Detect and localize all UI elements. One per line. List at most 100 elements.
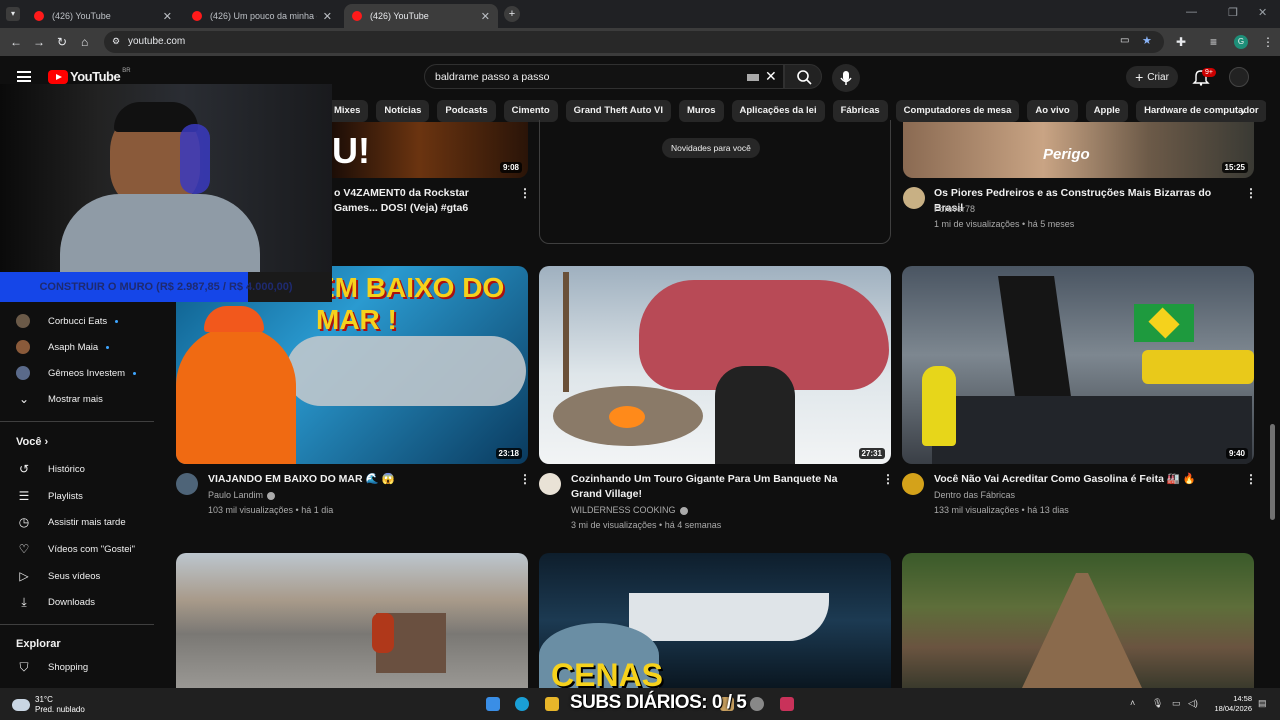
obs-icon[interactable] — [750, 697, 764, 711]
channel-name[interactable]: WILDERNESS COOKING — [571, 505, 676, 515]
sidebar-item-shopping[interactable]: ⛉ Shopping — [16, 657, 88, 677]
tab-youtube-active[interactable]: (426) YouTube ✕ — [344, 4, 498, 28]
sidebar-item-playlists[interactable]: ☰ Playlists — [16, 486, 83, 506]
chevron-right-icon[interactable]: › — [1240, 103, 1245, 119]
reload-icon[interactable]: ↻ — [57, 35, 67, 49]
cast-icon[interactable]: ▭ — [1120, 35, 1129, 46]
tab-youtube-1[interactable]: (426) YouTube ✕ — [26, 4, 180, 28]
chip-mixes[interactable]: Mixes — [326, 100, 369, 122]
video-title[interactable]: Os Piores Pedreiros e as Construções Mai… — [934, 186, 1234, 216]
chip-computadores[interactable]: Computadores de mesa — [895, 100, 1020, 122]
bookmark-star-icon[interactable]: ★ — [1142, 34, 1152, 47]
search-button[interactable] — [784, 64, 822, 89]
sidebar-item-historico[interactable]: ↺ Histórico — [16, 459, 85, 479]
extensions-icon[interactable]: ✚ — [1176, 35, 1186, 49]
network-icon[interactable]: ▭ — [1172, 698, 1181, 709]
profile-icon[interactable]: G — [1234, 35, 1248, 49]
subscription-item[interactable]: Asaph Maia — [16, 337, 110, 357]
chip-ao-vivo[interactable]: Ao vivo — [1027, 100, 1078, 122]
hamburger-menu-icon[interactable] — [17, 71, 31, 82]
chip-cimento[interactable]: Cimento — [503, 100, 558, 122]
channel-avatar[interactable] — [903, 187, 925, 209]
video-thumbnail[interactable]: U! 9:08 — [330, 122, 528, 178]
more-options-icon[interactable]: ⋮ — [1245, 186, 1257, 200]
video-thumbnail[interactable]: 9:40 — [902, 266, 1254, 464]
minimize-icon[interactable]: — — [1186, 6, 1197, 18]
site-info-icon[interactable]: ⚙ — [112, 36, 120, 47]
channel-avatar[interactable] — [539, 473, 561, 495]
chip-aplicacoes-da-lei[interactable]: Aplicações da lei — [731, 100, 825, 122]
account-avatar[interactable] — [1229, 67, 1249, 87]
clear-search-icon[interactable]: ✕ — [765, 68, 777, 85]
video-title[interactable]: Você Não Vai Acreditar Como Gasolina é F… — [934, 472, 1234, 487]
channel-avatar[interactable] — [176, 473, 198, 495]
maximize-icon[interactable]: ❐ — [1228, 6, 1238, 19]
video-title[interactable]: o V4ZAMENT0 da Rockstar Games... DOS! (V… — [334, 186, 514, 216]
search-input[interactable]: baldrame passo a passo — [435, 71, 549, 83]
notifications-icon[interactable]: ▤ — [1258, 698, 1267, 709]
subscription-item[interactable]: Corbucci Eats — [16, 311, 119, 331]
sidebar-item-liked[interactable]: ♡ Vídeos com "Gostei" — [16, 539, 135, 559]
back-icon[interactable]: ← — [10, 35, 22, 49]
weather-widget[interactable]: 31°C Pred. nublado — [12, 695, 85, 715]
channel-name[interactable]: Forever78 — [934, 204, 975, 214]
keyboard-icon[interactable] — [747, 74, 759, 81]
search-box[interactable]: baldrame passo a passo ✕ — [424, 64, 784, 89]
omnibox[interactable]: ⚙ youtube.com ▭ ★ — [104, 31, 1164, 53]
voice-search-button[interactable] — [832, 64, 860, 92]
video-title[interactable]: VIAJANDO EM BAIXO DO MAR 🌊 😱 — [208, 472, 508, 487]
more-options-icon[interactable]: ⋮ — [1245, 472, 1257, 486]
you-section-title[interactable]: Você › — [16, 436, 48, 448]
more-options-icon[interactable]: ⋮ — [519, 472, 531, 486]
file-explorer-icon[interactable] — [545, 697, 559, 711]
media-icon[interactable]: ≡ — [1210, 35, 1217, 49]
chip-apple[interactable]: Apple — [1085, 100, 1129, 122]
chip-gta6[interactable]: Grand Theft Auto VI — [565, 100, 671, 122]
sidebar-item-watch-later[interactable]: ◷ Assistir mais tarde — [16, 512, 126, 532]
show-more-button[interactable]: ⌄ Mostrar mais — [16, 389, 103, 409]
chip-hardware[interactable]: Hardware de computador — [1136, 100, 1266, 122]
close-icon[interactable]: ✕ — [163, 10, 172, 23]
channel-row[interactable]: Paulo Landim — [208, 490, 276, 500]
chip-noticias[interactable]: Notícias — [376, 100, 430, 122]
subscription-item[interactable]: Gêmeos Investem — [16, 363, 137, 383]
sidebar-item-downloads[interactable]: ⤓ Downloads — [16, 592, 95, 612]
sidebar-item-your-videos[interactable]: ▷ Seus vídeos — [16, 566, 100, 586]
chip-fabricas[interactable]: Fábricas — [832, 100, 888, 122]
channel-name[interactable]: Paulo Landim — [208, 490, 263, 500]
video-thumbnail[interactable]: Perigo 15:25 — [903, 122, 1254, 178]
more-options-icon[interactable]: ⋮ — [882, 472, 894, 486]
edge-icon[interactable] — [515, 697, 529, 711]
start-icon[interactable] — [486, 697, 500, 711]
tab-empresa[interactable]: (426) Um pouco da minha empresa ✕ — [184, 4, 340, 28]
taskbar-clock[interactable]: 14:58 18/04/2026 — [1208, 694, 1252, 714]
video-thumbnail[interactable]: CENAS — [539, 553, 891, 688]
url-text[interactable]: youtube.com — [128, 36, 185, 47]
channel-avatar[interactable] — [902, 473, 924, 495]
new-for-you-button[interactable]: Novidades para você — [662, 138, 760, 158]
channel-name[interactable]: Dentro das Fábricas — [934, 490, 1015, 500]
chip-muros[interactable]: Muros — [679, 100, 724, 122]
page-scrollbar[interactable] — [1270, 424, 1275, 520]
microphone-tray-icon[interactable]: 🎙 — [1152, 698, 1163, 709]
video-title[interactable]: Cozinhando Um Touro Gigante Para Um Banq… — [571, 472, 871, 502]
close-icon[interactable]: ✕ — [323, 10, 332, 23]
tray-chevron-icon[interactable]: ˄ — [1130, 698, 1135, 708]
window-close-icon[interactable]: ✕ — [1258, 6, 1267, 19]
browser-menu-icon[interactable]: ⋮ — [1262, 35, 1274, 49]
video-thumbnail[interactable] — [902, 553, 1254, 688]
home-icon[interactable]: ⌂ — [81, 35, 88, 49]
close-icon[interactable]: ✕ — [481, 10, 490, 23]
create-button[interactable]: + Criar — [1126, 66, 1178, 88]
tab-search-button[interactable]: ▾ — [6, 7, 20, 21]
app-icon[interactable] — [780, 697, 794, 711]
forward-icon[interactable]: → — [33, 35, 45, 49]
volume-icon[interactable]: ◁) — [1188, 698, 1198, 709]
video-thumbnail[interactable] — [176, 553, 528, 688]
video-thumbnail[interactable]: 27:31 — [539, 266, 891, 464]
chip-podcasts[interactable]: Podcasts — [437, 100, 496, 122]
more-options-icon[interactable]: ⋮ — [519, 186, 531, 200]
youtube-logo[interactable]: YouTube BR — [48, 68, 131, 84]
new-tab-button[interactable]: + — [504, 6, 520, 22]
channel-row[interactable]: WILDERNESS COOKING — [571, 505, 688, 515]
